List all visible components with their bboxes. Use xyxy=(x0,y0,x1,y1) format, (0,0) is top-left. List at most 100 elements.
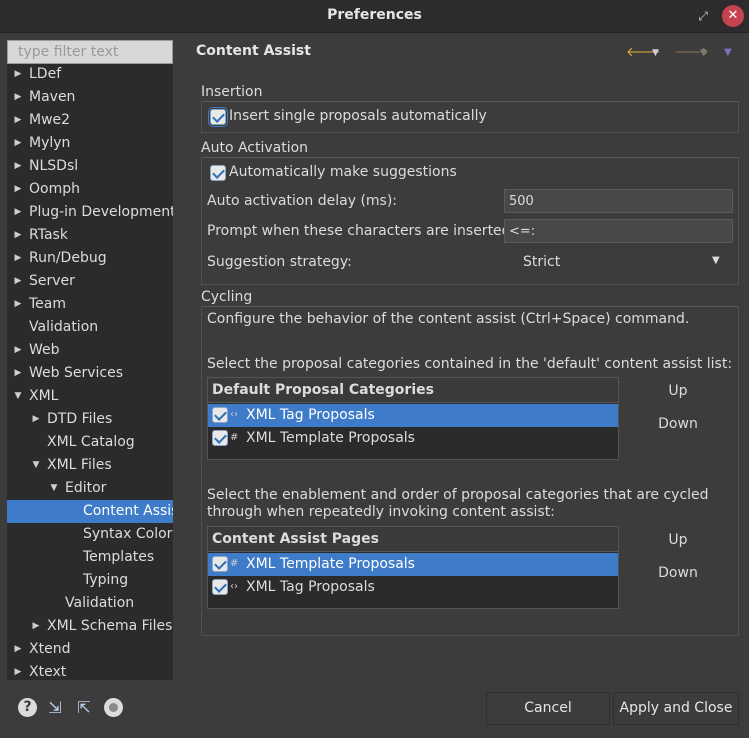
row-checkbox[interactable] xyxy=(212,579,228,595)
chevron-right-icon[interactable]: ▶ xyxy=(13,247,23,269)
chevron-right-icon[interactable]: ▶ xyxy=(13,293,23,315)
pages-down-button[interactable]: Down xyxy=(624,558,732,588)
tree-item[interactable]: ▶ NLSDsl xyxy=(7,155,173,178)
import-icon[interactable]: ⇲ xyxy=(44,697,66,719)
tree-item[interactable]: ▶ Server xyxy=(7,270,173,293)
chevron-right-icon[interactable]: ▶ xyxy=(13,638,23,660)
chevron-right-icon[interactable]: ▶ xyxy=(13,178,23,200)
tree-item-label: NLSDsl xyxy=(29,158,79,174)
tree-item[interactable]: ▶ Web Services xyxy=(7,362,173,385)
xml-template-icon: # xyxy=(230,432,239,443)
forward-menu-chevron-down-icon[interactable]: ▼ xyxy=(700,44,707,62)
tree-item[interactable]: Validation xyxy=(7,592,173,615)
tree-item-label: Typing xyxy=(83,572,129,588)
tree-item[interactable]: Typing xyxy=(7,569,173,592)
tree-item[interactable]: ▶ LDef xyxy=(7,64,173,86)
chevron-down-icon: ▼ xyxy=(712,255,720,266)
chevron-right-icon[interactable]: ▶ xyxy=(31,615,41,637)
tree-item[interactable]: Validation xyxy=(7,316,173,339)
tree-item[interactable]: ▶ Oomph xyxy=(7,178,173,201)
tree-item-label: Mwe2 xyxy=(29,112,71,128)
window-title: Preferences xyxy=(327,7,422,23)
strategy-select[interactable]: Strict ▼ xyxy=(504,251,733,275)
filter-box xyxy=(7,40,173,64)
tree-item[interactable]: ▶ Xtend xyxy=(7,638,173,661)
chevron-down-icon[interactable]: ▼ xyxy=(49,477,59,499)
chevron-right-icon[interactable]: ▶ xyxy=(13,270,23,292)
tree-item[interactable]: ▶ DTD Files xyxy=(7,408,173,431)
tree-item-label: Plug-in Development xyxy=(29,204,173,220)
chevron-right-icon[interactable]: ▶ xyxy=(13,224,23,246)
insert-single-label: Insert single proposals automatically xyxy=(229,108,487,124)
tree-item-label: XML Catalog xyxy=(47,434,135,450)
row-checkbox[interactable] xyxy=(210,405,230,425)
table-row[interactable]: ‹› XML Tag Proposals xyxy=(208,404,618,427)
tree-item-label: Xtend xyxy=(29,641,71,657)
default-categories-table: Default Proposal Categories ‹› XML Tag P… xyxy=(207,377,619,460)
table-row[interactable]: # XML Template Proposals xyxy=(208,427,618,450)
apply-and-close-button[interactable]: Apply and Close xyxy=(613,692,739,725)
tree-item[interactable]: ▼ XML xyxy=(7,385,173,408)
tree-item[interactable]: ▼ XML Files xyxy=(7,454,173,477)
tree-item[interactable]: ▶ Web xyxy=(7,339,173,362)
row-label: XML Template Proposals xyxy=(246,556,415,572)
export-icon[interactable]: ⇱ xyxy=(73,697,95,719)
back-menu-chevron-down-icon[interactable]: ▼ xyxy=(652,44,659,62)
chevron-right-icon[interactable]: ▶ xyxy=(13,109,23,131)
restore-icon[interactable]: ⤢ xyxy=(695,8,711,24)
make-suggestions-checkbox[interactable] xyxy=(210,165,226,181)
chevron-right-icon[interactable]: ▶ xyxy=(13,155,23,177)
tree-item[interactable]: ▶ Run/Debug xyxy=(7,247,173,270)
dialog-button-bar: Cancel Apply and Close xyxy=(486,692,739,725)
table-row[interactable]: # XML Template Proposals xyxy=(208,553,618,576)
chevron-right-icon[interactable]: ▶ xyxy=(13,339,23,361)
record-icon[interactable] xyxy=(104,698,123,717)
tree-item-label: DTD Files xyxy=(47,411,113,427)
tree-item-label: Mylyn xyxy=(29,135,71,151)
view-menu-icon[interactable]: ▼ xyxy=(724,44,732,62)
tree-item[interactable]: ▶ Mylyn xyxy=(7,132,173,155)
chevron-right-icon[interactable]: ▶ xyxy=(13,362,23,384)
chevron-right-icon[interactable]: ▶ xyxy=(13,201,23,223)
pages-up-button[interactable]: Up xyxy=(624,525,732,555)
tree-item[interactable]: ▶ XML Schema Files xyxy=(7,615,173,638)
tree-item[interactable]: ▶ Mwe2 xyxy=(7,109,173,132)
cancel-button[interactable]: Cancel xyxy=(486,692,610,725)
delay-field[interactable] xyxy=(505,190,732,212)
prompt-field[interactable] xyxy=(505,220,732,242)
row-checkbox[interactable] xyxy=(212,430,228,446)
chevron-right-icon[interactable]: ▶ xyxy=(13,86,23,108)
tree-item-label: Validation xyxy=(29,319,99,335)
chevron-right-icon[interactable]: ▶ xyxy=(31,408,41,430)
tree-item[interactable]: Syntax Coloring xyxy=(7,523,173,546)
tree-item[interactable]: XML Catalog xyxy=(7,431,173,454)
tree-item[interactable]: ▶ Xtext xyxy=(7,661,173,680)
content-assist-pages-table: Content Assist Pages # XML Template Prop… xyxy=(207,526,619,609)
tree-item[interactable]: ▶ Maven xyxy=(7,86,173,109)
chevron-down-icon[interactable]: ▼ xyxy=(31,454,41,476)
default-up-button[interactable]: Up xyxy=(624,376,732,406)
tree-item[interactable]: ▶ RTask xyxy=(7,224,173,247)
chevron-down-icon[interactable]: ▼ xyxy=(13,385,23,407)
chevron-right-icon[interactable]: ▶ xyxy=(13,64,23,85)
help-icon[interactable]: ? xyxy=(18,698,37,717)
cycling-description: Configure the behavior of the content as… xyxy=(207,311,690,327)
tree-item[interactable]: Templates xyxy=(7,546,173,569)
row-checkbox[interactable] xyxy=(210,554,230,574)
row-label: XML Template Proposals xyxy=(246,430,415,446)
table-row[interactable]: ‹› XML Tag Proposals xyxy=(208,576,618,599)
default-down-button[interactable]: Down xyxy=(624,409,732,439)
chevron-right-icon[interactable]: ▶ xyxy=(13,132,23,154)
chevron-right-icon[interactable]: ▶ xyxy=(13,661,23,680)
filter-input[interactable] xyxy=(8,41,172,63)
tree-item[interactable]: ▼ Editor xyxy=(7,477,173,500)
tree-item[interactable]: ▶ Plug-in Development xyxy=(7,201,173,224)
tree-item-label: Team xyxy=(29,296,67,312)
tree-item[interactable]: ▶ Team xyxy=(7,293,173,316)
tree-item[interactable]: Content Assist xyxy=(7,500,173,523)
close-icon[interactable]: ✕ xyxy=(722,5,744,27)
tree-item-label: Server xyxy=(29,273,75,289)
insert-single-checkbox[interactable] xyxy=(208,107,228,127)
tree-item-label: LDef xyxy=(29,66,62,82)
delay-field-box xyxy=(504,189,733,213)
